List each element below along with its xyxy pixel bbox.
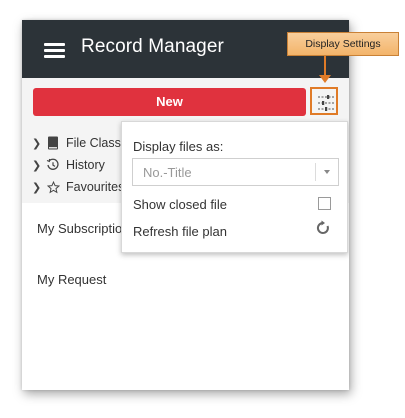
show-closed-file-checkbox[interactable] [318,197,331,210]
show-closed-file-label: Show closed file [133,197,227,212]
star-icon [45,180,61,194]
display-files-select[interactable]: No.-Title [132,158,339,186]
caret-down-icon[interactable] [324,170,330,174]
tree-item-file-classification[interactable]: ❯ File Classi [32,134,124,152]
display-files-label: Display files as: [133,139,224,154]
refresh-icon[interactable] [315,220,331,236]
tree-item-label: File Classi [66,136,124,150]
tree-item-favourites[interactable]: ❯ Favourites [32,178,124,196]
chevron-right-icon[interactable]: ❯ [32,159,42,172]
app-title: Record Manager [81,36,224,57]
select-divider [315,163,316,181]
sliders-icon [318,95,334,111]
menu-item-my-request[interactable]: My Request [37,272,106,287]
book-icon [45,136,61,150]
app-window: Record Manager New ❯ File Classi ❯ Histo… [22,20,349,390]
tree-item-history[interactable]: ❯ History [32,156,105,174]
display-settings-button[interactable] [310,87,338,115]
refresh-file-plan-label[interactable]: Refresh file plan [133,224,227,239]
hamburger-menu-icon[interactable] [44,43,65,58]
display-settings-popup: Display files as: No.-Title Show closed … [121,121,348,253]
history-icon [45,158,61,172]
select-value: No.-Title [143,165,192,180]
toolbar: New [22,78,349,123]
callout-arrow-icon [319,75,331,83]
chevron-right-icon[interactable]: ❯ [32,181,42,194]
tree-item-label: History [66,158,105,172]
menu-item-my-subscriptions[interactable]: My Subscriptio [37,221,122,236]
display-settings-callout: Display Settings [287,32,399,56]
new-button[interactable]: New [33,88,306,116]
tree-item-label: Favourites [66,180,125,194]
chevron-right-icon[interactable]: ❯ [32,137,42,150]
